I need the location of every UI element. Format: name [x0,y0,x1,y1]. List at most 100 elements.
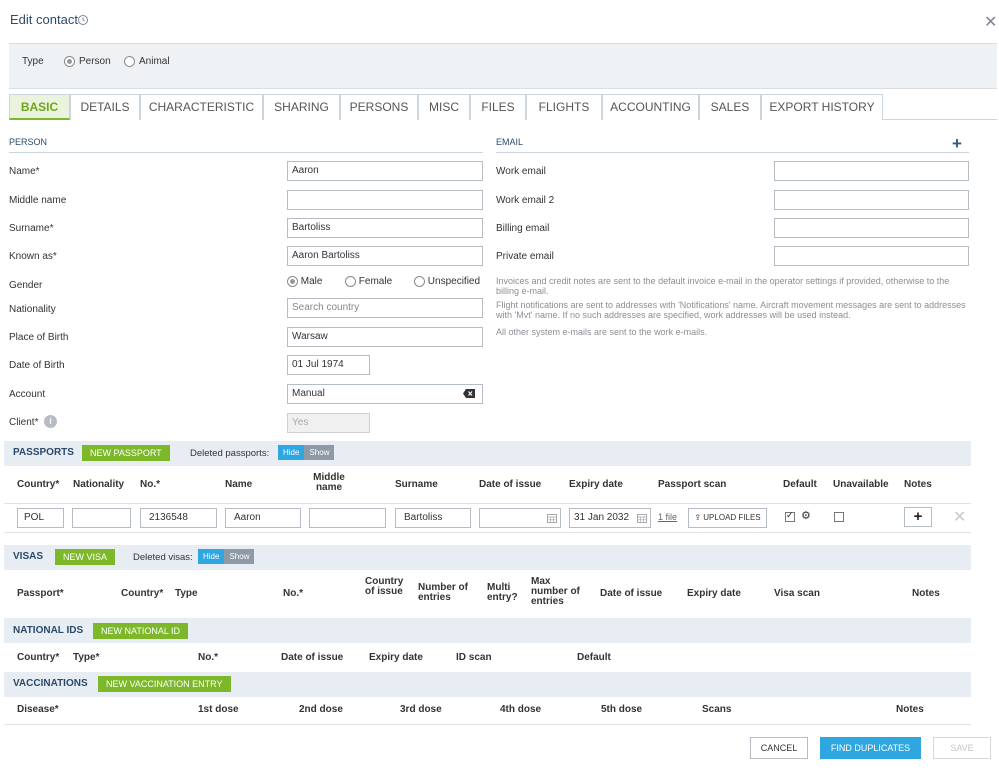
divider [4,503,971,504]
gear-icon[interactable]: ⚙ [801,509,811,522]
nationality-search-input[interactable]: Search country [287,298,483,318]
date-of-birth-input[interactable]: 01 Jul 1974 [287,355,370,375]
gender-label: Gender [9,280,43,291]
vaccinations-header: VACCINATIONS NEW VACCINATION ENTRY [4,672,971,697]
tab-export-history[interactable]: EXPORT HISTORY [761,94,883,120]
new-national-id-button[interactable]: NEW NATIONAL ID [93,623,189,639]
col-disease: Disease* [17,704,59,715]
close-icon[interactable]: ✕ [984,12,997,32]
show-toggle[interactable]: Show [224,549,255,564]
name-input[interactable]: Aaron [287,161,483,181]
name-label: Name* [9,166,40,177]
history-icon[interactable] [77,14,89,26]
place-of-birth-input[interactable]: Warsaw [287,327,483,347]
delete-row-icon[interactable]: ✕ [953,507,966,527]
visas-title: VISAS [13,551,44,562]
passports-title: PASSPORTS [13,447,74,458]
page-title: Edit contact [10,12,78,27]
clear-icon[interactable] [463,389,475,398]
type-animal-radio[interactable]: Animal [124,56,170,67]
passport-surname-input[interactable]: Bartoliss [395,508,471,528]
find-duplicates-button[interactable]: FIND DUPLICATES [820,737,921,759]
tab-bar: BASIC DETAILS CHARACTERISTIC SHARING PER… [9,94,997,120]
tab-details[interactable]: DETAILS [70,94,140,120]
tab-persons[interactable]: PERSONS [340,94,418,120]
tab-flights[interactable]: FLIGHTS [526,94,602,120]
middle-name-label: Middle name [9,195,67,206]
passports-header: PASSPORTS NEW PASSPORT Deleted passports… [4,441,971,466]
passport-files-link[interactable]: 1 file [658,512,677,522]
tab-misc[interactable]: MISC [418,94,470,120]
tab-basic[interactable]: BASIC [9,94,70,120]
radio-icon[interactable] [414,276,425,287]
private-email-input[interactable] [774,246,969,266]
unavailable-checkbox[interactable] [834,512,844,522]
col-passport: Passport* [17,588,64,599]
show-toggle[interactable]: Show [304,445,335,460]
surname-input[interactable]: Bartoliss [287,218,483,238]
tab-sales[interactable]: SALES [699,94,761,120]
tab-characteristic[interactable]: CHARACTERISTIC [140,94,263,120]
hide-toggle[interactable]: Hide [198,549,225,564]
radio-icon[interactable] [345,276,356,287]
calendar-icon[interactable] [637,513,647,523]
tab-files[interactable]: FILES [470,94,526,120]
save-button[interactable]: SAVE [933,737,991,759]
default-checkbox[interactable] [785,510,795,522]
col-number: No.* [140,479,160,490]
calendar-icon[interactable] [547,513,557,523]
col-2nd-dose: 2nd dose [299,704,343,715]
radio-icon[interactable] [64,56,75,67]
cancel-button[interactable]: CANCEL [750,737,808,759]
col-number: No.* [198,652,218,663]
tab-sharing[interactable]: SHARING [263,94,340,120]
middle-name-input[interactable] [287,190,483,210]
upload-files-button[interactable]: ⇪ UPLOAD FILES [688,508,767,528]
gender-unspecified-radio[interactable]: Unspecified [414,276,480,287]
place-of-birth-label: Place of Birth [9,332,69,343]
add-email-icon[interactable]: + [952,134,962,154]
passport-country-input[interactable]: POL [17,508,64,528]
work-email-input[interactable] [774,161,969,181]
type-label: Type [22,56,44,67]
col-date-of-issue: Date of issue [281,652,344,663]
radio-icon[interactable] [287,276,298,287]
gender-male-radio[interactable]: Male [287,276,322,287]
known-as-label: Known as* [9,251,57,262]
new-visa-button[interactable]: NEW VISA [55,549,116,565]
passport-middle-name-input[interactable] [309,508,386,528]
email-note-system: All other system e-mails are sent to the… [496,327,708,337]
email-section-title: EMAIL [496,137,524,147]
hide-toggle[interactable]: Hide [278,445,305,460]
surname-label: Surname* [9,223,54,234]
work-email-2-input[interactable] [774,190,969,210]
col-notes: Notes [896,704,924,715]
billing-email-label: Billing email [496,223,550,234]
known-as-input[interactable]: Aaron Bartoliss [287,246,483,266]
passport-number-input[interactable]: 2136548 [140,508,217,528]
col-middle-name: Middle name [313,472,345,493]
gender-female-radio[interactable]: Female [345,276,392,287]
info-icon[interactable]: i [44,415,57,428]
account-input[interactable]: Manual [287,384,483,404]
deleted-passports-toggle[interactable]: Hide Show [278,445,335,460]
divider [4,724,971,725]
deleted-visas-toggle[interactable]: Hide Show [198,549,255,564]
person-section-title: PERSON [9,137,48,147]
col-multi-entry: Multi entry? [487,582,518,603]
passport-name-input[interactable]: Aaron [225,508,301,528]
divider [9,152,483,153]
new-vaccination-button[interactable]: NEW VACCINATION ENTRY [98,676,231,692]
new-passport-button[interactable]: NEW PASSPORT [82,445,170,461]
deleted-passports-label: Deleted passports: [190,448,270,459]
tab-accounting[interactable]: ACCOUNTING [602,94,699,120]
col-country-of-issue: Country of issue [365,576,404,597]
add-note-button[interactable]: + [904,507,932,527]
billing-email-input[interactable] [774,218,969,238]
type-person-radio[interactable]: Person [64,56,111,67]
client-input: Yes [287,413,370,433]
account-label: Account [9,389,46,400]
col-date-of-issue: Date of issue [479,479,542,490]
passport-nationality-input[interactable] [72,508,131,528]
radio-icon[interactable] [124,56,135,67]
